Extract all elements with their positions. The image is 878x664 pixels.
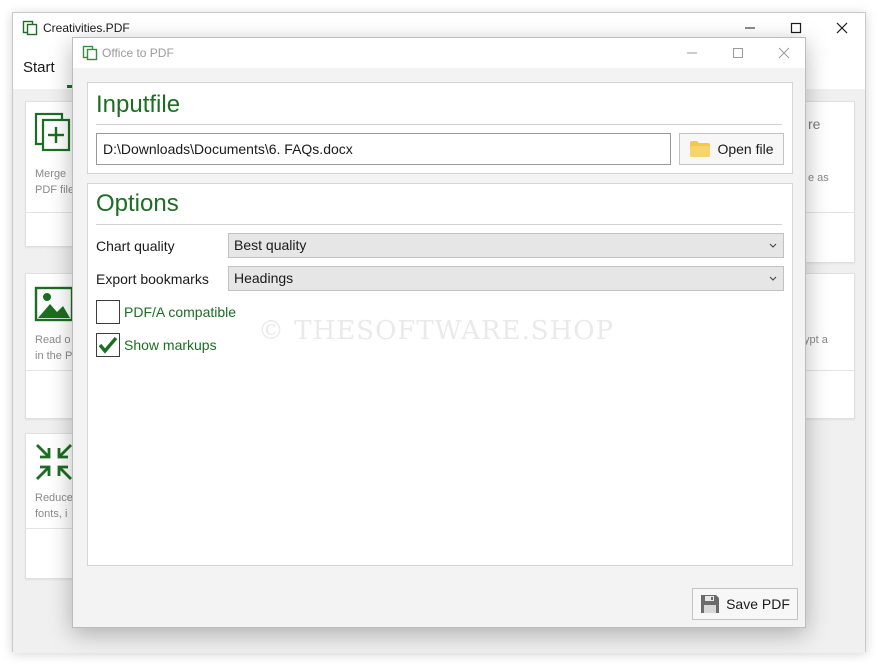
card-text-line: Reduce [35, 492, 73, 504]
dialog-maximize-button[interactable] [715, 38, 761, 68]
pdfa-checkbox[interactable] [96, 300, 120, 324]
dialog-titlebar: Office to PDF [73, 38, 805, 68]
dialog-title: Office to PDF [102, 46, 174, 60]
floppy-disk-icon [700, 594, 720, 614]
card-text-line: e as [808, 172, 829, 184]
app-pages-icon [82, 45, 98, 61]
chart-quality-label: Chart quality [96, 238, 175, 254]
card-text-line: PDF file [35, 184, 75, 196]
app-pages-icon [22, 20, 38, 36]
open-file-button[interactable]: Open file [679, 133, 784, 165]
card-text-line: Read o [35, 334, 71, 346]
pdfa-checkbox-row[interactable]: PDF/A compatible [96, 299, 236, 325]
card-text-line: in the P [35, 350, 73, 362]
card-text-line: Merge [35, 168, 67, 180]
input-path-field[interactable] [96, 133, 671, 165]
chart-quality-value: Best quality [234, 237, 307, 253]
group-divider [96, 224, 782, 225]
options-heading: Options [96, 190, 179, 217]
dialog-minimize-button[interactable] [669, 38, 715, 68]
open-file-label: Open file [717, 141, 774, 157]
export-bookmarks-select[interactable]: Headings [228, 266, 784, 291]
dialog-close-button[interactable] [761, 38, 807, 68]
merge-pages-icon [34, 112, 74, 157]
card-text-line: ypt a [804, 334, 828, 346]
chevron-down-icon [769, 234, 777, 257]
card-title: re [808, 116, 821, 132]
compress-arrows-icon [34, 442, 74, 487]
image-icon [34, 284, 74, 329]
folder-icon [689, 140, 711, 158]
inputfile-group: Inputfile Open file [87, 82, 793, 174]
group-divider [96, 124, 782, 125]
main-close-button[interactable] [819, 13, 865, 43]
card-text-line: fonts, i [35, 508, 68, 520]
show-markups-label[interactable]: Show markups [124, 337, 217, 353]
tab-start[interactable]: Start [23, 59, 55, 76]
show-markups-checkbox-row[interactable]: Show markups [96, 332, 217, 358]
inputfile-heading: Inputfile [96, 91, 181, 118]
chart-quality-select[interactable]: Best quality [228, 233, 784, 258]
checkmark-icon [98, 336, 118, 354]
show-markups-checkbox[interactable] [96, 333, 120, 357]
options-group: Options Chart quality Best quality Expor… [87, 183, 793, 566]
export-bookmarks-value: Headings [234, 270, 294, 286]
main-window-title: Creativities.PDF [43, 21, 130, 35]
save-pdf-button[interactable]: Save PDF [692, 588, 798, 620]
export-bookmarks-label: Export bookmarks [96, 271, 209, 287]
watermark-text: © THESOFTWARE.SHOP [258, 316, 615, 346]
save-pdf-label: Save PDF [726, 596, 790, 612]
pdfa-label[interactable]: PDF/A compatible [124, 304, 236, 320]
chevron-down-icon [769, 267, 777, 290]
